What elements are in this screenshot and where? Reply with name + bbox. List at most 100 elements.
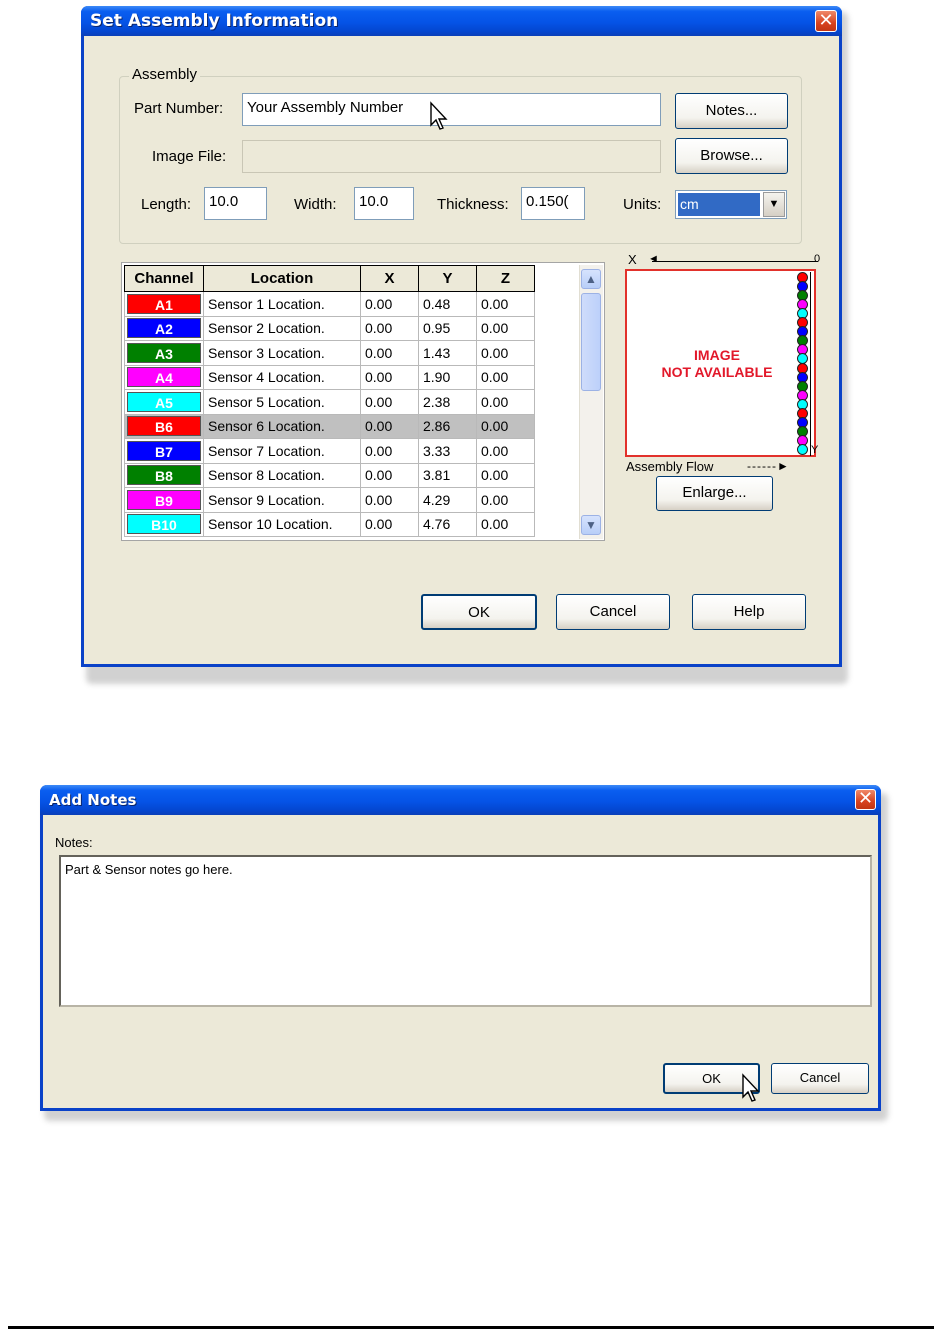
y-cell[interactable]: 1.90 xyxy=(418,364,477,390)
image-file-input[interactable] xyxy=(242,140,661,173)
notes-button[interactable]: Notes... xyxy=(675,93,788,129)
part-number-input[interactable]: Your Assembly Number xyxy=(242,93,661,126)
notes-titlebar[interactable]: Add Notes ✕ xyxy=(40,785,881,815)
channel-chip: A3 xyxy=(127,342,201,363)
y-cell[interactable]: 2.38 xyxy=(418,389,477,415)
location-cell[interactable]: Sensor 4 Location. xyxy=(203,364,361,390)
chevron-up-icon: ▲ xyxy=(585,272,597,286)
notes-cancel-button[interactable]: Cancel xyxy=(771,1063,869,1094)
channel-cell[interactable]: A2 xyxy=(124,315,204,341)
location-cell[interactable]: Sensor 2 Location. xyxy=(203,315,361,341)
channel-cell[interactable]: B7 xyxy=(124,438,204,464)
location-cell[interactable]: Sensor 9 Location. xyxy=(203,487,361,513)
column-header-z[interactable]: Z xyxy=(476,265,535,292)
table-row[interactable]: A1 Sensor 1 Location. 0.00 0.48 0.00 xyxy=(124,291,535,317)
table-row[interactable]: A2 Sensor 2 Location. 0.00 0.95 0.00 xyxy=(124,315,535,341)
units-select[interactable]: cm ▼ xyxy=(675,190,787,219)
location-cell[interactable]: Sensor 5 Location. xyxy=(203,389,361,415)
z-cell[interactable]: 0.00 xyxy=(476,291,535,317)
channel-cell[interactable]: A5 xyxy=(124,389,204,415)
channel-chip: A4 xyxy=(127,367,201,388)
y-cell[interactable]: 0.95 xyxy=(418,315,477,341)
table-row[interactable]: A3 Sensor 3 Location. 0.00 1.43 0.00 xyxy=(124,340,535,366)
no-image-text: IMAGE NOT AVAILABLE xyxy=(647,347,787,381)
z-cell[interactable]: 0.00 xyxy=(476,462,535,488)
x-cell[interactable]: 0.00 xyxy=(360,462,419,488)
notes-close-button[interactable]: ✕ xyxy=(855,789,876,810)
channel-cell[interactable]: B8 xyxy=(124,462,204,488)
ok-button[interactable]: OK xyxy=(421,594,537,630)
column-header-x[interactable]: X xyxy=(360,265,419,292)
location-cell[interactable]: Sensor 1 Location. xyxy=(203,291,361,317)
channel-cell[interactable]: B9 xyxy=(124,487,204,513)
column-header-location[interactable]: Location xyxy=(203,265,361,292)
z-cell[interactable]: 0.00 xyxy=(476,389,535,415)
table-row[interactable]: B7 Sensor 7 Location. 0.00 3.33 0.00 xyxy=(124,438,535,464)
y-cell[interactable]: 4.29 xyxy=(418,487,477,513)
location-cell[interactable]: Sensor 3 Location. xyxy=(203,340,361,366)
cancel-button[interactable]: Cancel xyxy=(556,594,670,630)
scroll-up-button[interactable]: ▲ xyxy=(581,269,601,289)
x-cell[interactable]: 0.00 xyxy=(360,389,419,415)
scroll-thumb[interactable] xyxy=(581,293,601,391)
y-cell[interactable]: 4.76 xyxy=(418,511,477,537)
notes-ok-label: OK xyxy=(702,1071,721,1086)
enlarge-button[interactable]: Enlarge... xyxy=(656,476,773,511)
mouse-cursor-icon xyxy=(742,1073,760,1102)
table-row[interactable]: A4 Sensor 4 Location. 0.00 1.90 0.00 xyxy=(124,364,535,390)
help-button[interactable]: Help xyxy=(692,594,806,630)
y-cell[interactable]: 0.48 xyxy=(418,291,477,317)
width-label: Width: xyxy=(294,196,337,213)
z-cell[interactable]: 0.00 xyxy=(476,511,535,537)
dialog-titlebar[interactable]: Set Assembly Information ✕ xyxy=(81,6,842,36)
x-cell[interactable]: 0.00 xyxy=(360,291,419,317)
y-cell[interactable]: 1.43 xyxy=(418,340,477,366)
units-dropdown-button[interactable]: ▼ xyxy=(763,192,785,217)
channel-table[interactable]: Channel Location X Y Z A1 Sensor 1 Locati… xyxy=(121,262,605,541)
y-cell[interactable]: 2.86 xyxy=(418,413,477,439)
notes-textarea[interactable]: Part & Sensor notes go here. xyxy=(59,855,872,1007)
scroll-down-button[interactable]: ▼ xyxy=(581,515,601,535)
x-cell[interactable]: 0.00 xyxy=(360,487,419,513)
x-cell[interactable]: 0.00 xyxy=(360,315,419,341)
x-cell[interactable]: 0.00 xyxy=(360,340,419,366)
browse-button[interactable]: Browse... xyxy=(675,138,788,174)
channel-cell[interactable]: A4 xyxy=(124,364,204,390)
z-cell[interactable]: 0.00 xyxy=(476,413,535,439)
z-cell[interactable]: 0.00 xyxy=(476,438,535,464)
preview-panel: X ◄ 0 IMAGE NOT AVAILABLE Y Assembly Flo… xyxy=(622,252,822,482)
channel-cell[interactable]: B10 xyxy=(124,511,204,537)
thickness-input[interactable]: 0.150( xyxy=(521,187,585,220)
table-row[interactable]: B6 Sensor 6 Location. 0.00 2.86 0.00 xyxy=(124,413,535,439)
z-cell[interactable]: 0.00 xyxy=(476,364,535,390)
channel-cell[interactable]: B6 xyxy=(124,413,204,439)
y-cell[interactable]: 3.81 xyxy=(418,462,477,488)
column-header-y[interactable]: Y xyxy=(418,265,477,292)
y-axis-line xyxy=(810,272,811,456)
table-row[interactable]: A5 Sensor 5 Location. 0.00 2.38 0.00 xyxy=(124,389,535,415)
channel-cell[interactable]: A1 xyxy=(124,291,204,317)
z-cell[interactable]: 0.00 xyxy=(476,315,535,341)
width-input[interactable]: 10.0 xyxy=(354,187,414,220)
location-cell[interactable]: Sensor 7 Location. xyxy=(203,438,361,464)
z-cell[interactable]: 0.00 xyxy=(476,340,535,366)
location-cell[interactable]: Sensor 10 Location. xyxy=(203,511,361,537)
channel-cell[interactable]: A3 xyxy=(124,340,204,366)
x-cell[interactable]: 0.00 xyxy=(360,364,419,390)
x-cell[interactable]: 0.00 xyxy=(360,511,419,537)
table-scrollbar[interactable]: ▲ ▼ xyxy=(579,265,603,539)
table-row[interactable]: B8 Sensor 8 Location. 0.00 3.81 0.00 xyxy=(124,462,535,488)
z-cell[interactable]: 0.00 xyxy=(476,487,535,513)
x-cell[interactable]: 0.00 xyxy=(360,438,419,464)
x-cell[interactable]: 0.00 xyxy=(360,413,419,439)
table-row[interactable]: B9 Sensor 9 Location. 0.00 4.29 0.00 xyxy=(124,487,535,513)
column-header-channel[interactable]: Channel xyxy=(124,265,204,292)
table-row[interactable]: B10 Sensor 10 Location. 0.00 4.76 0.00 xyxy=(124,511,535,537)
table-header-row: Channel Location X Y Z xyxy=(124,265,535,292)
location-cell[interactable]: Sensor 6 Location. xyxy=(203,413,361,439)
close-button[interactable]: ✕ xyxy=(815,10,837,32)
length-input[interactable]: 10.0 xyxy=(204,187,267,220)
notes-cancel-label: Cancel xyxy=(799,1070,841,1085)
location-cell[interactable]: Sensor 8 Location. xyxy=(203,462,361,488)
y-cell[interactable]: 3.33 xyxy=(418,438,477,464)
